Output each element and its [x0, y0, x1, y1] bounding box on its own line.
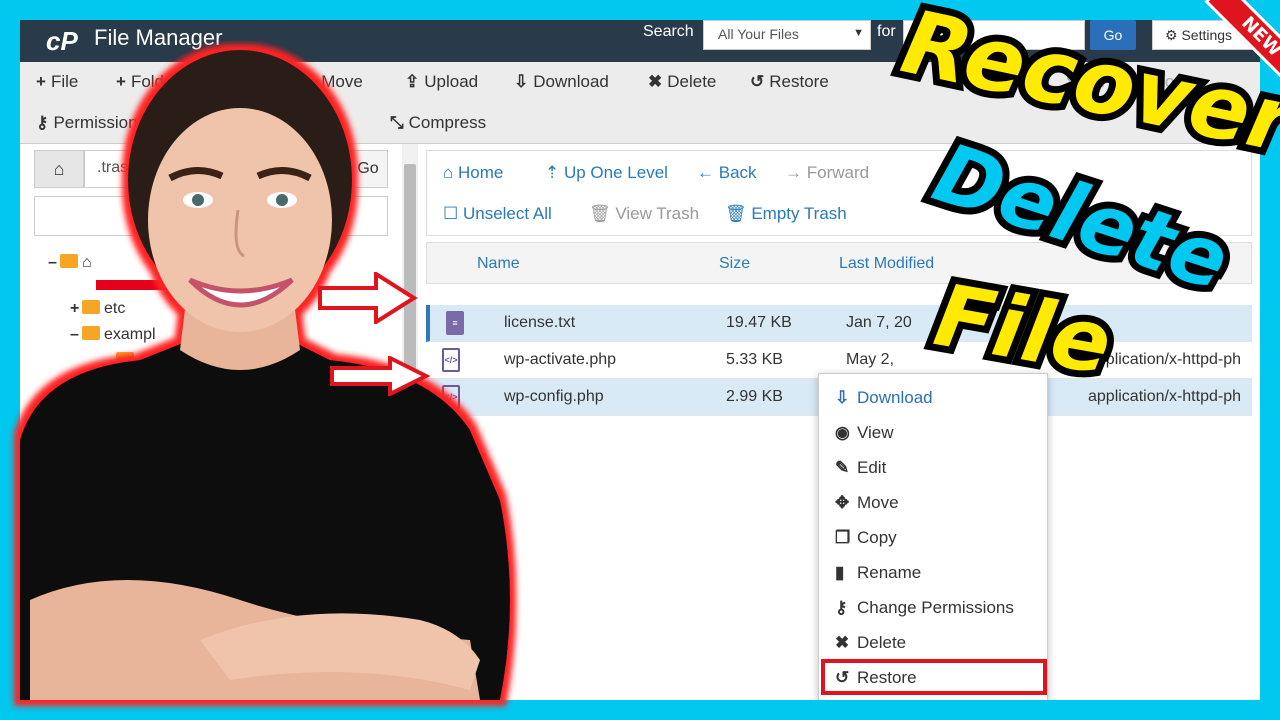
view-trash-link[interactable]: 🗑 View Trash: [589, 204, 699, 224]
context-copy[interactable]: ❐ Copy: [835, 528, 897, 548]
context-move-label: Move: [857, 493, 899, 512]
back-label: Back: [718, 163, 757, 182]
arrow-left-icon: ←: [697, 163, 719, 182]
file-modified: May 2,: [846, 351, 895, 368]
context-rename-label: Rename: [857, 563, 922, 582]
download-label: Download: [533, 72, 609, 91]
context-change-permissions[interactable]: ⚷ Change Permissions: [835, 598, 1014, 618]
up-one-level-label: Up One Level: [563, 163, 668, 182]
context-edit-label: Edit: [857, 458, 887, 477]
pencil-icon: ✎: [835, 458, 850, 477]
restore-label: Restore: [769, 72, 829, 91]
context-view[interactable]: ◉ View: [835, 423, 894, 443]
context-copy-label: Copy: [857, 528, 897, 547]
context-view-label: View: [857, 423, 894, 442]
view-trash-label: View Trash: [615, 204, 700, 223]
context-download-label: Download: [857, 388, 933, 407]
download-icon: ⇩: [835, 388, 850, 407]
red-arrow-icon: [330, 356, 430, 396]
file-type: application/x-httpd-ph: [1088, 351, 1241, 368]
woman-figure: [20, 50, 510, 700]
eye-icon: ◉: [835, 423, 850, 442]
close-icon: ✖: [648, 72, 663, 91]
delete-button[interactable]: ✖ Delete: [648, 72, 716, 92]
up-one-level-link[interactable]: ⇡ Up One Level: [545, 163, 668, 183]
key-icon: ⚷: [835, 598, 848, 617]
chevron-down-icon: ▼: [853, 27, 864, 39]
close-icon: ✖: [835, 633, 850, 652]
column-size-header[interactable]: Size: [719, 255, 750, 273]
empty-trash-label: Empty Trash: [751, 204, 847, 223]
context-delete-label: Delete: [857, 633, 907, 652]
back-link[interactable]: ← Back: [697, 163, 757, 183]
search-scope-value: All Your Files: [718, 26, 799, 42]
empty-trash-link[interactable]: 🗑 Empty Trash: [725, 204, 847, 224]
search-label: Search: [643, 23, 694, 40]
context-rename[interactable]: ▮ Rename: [835, 563, 921, 583]
file-type: application/x-httpd-ph: [1088, 388, 1241, 405]
context-change-permissions-label: Change Permissions: [857, 598, 1014, 617]
context-edit[interactable]: ✎ Edit: [835, 458, 886, 478]
forward-link[interactable]: → Forward: [785, 163, 869, 183]
file-modified: Jan 7, 20: [846, 314, 912, 331]
column-modified-header[interactable]: Last Modified: [839, 255, 934, 273]
context-delete[interactable]: ✖ Delete: [835, 633, 906, 653]
trash-icon: 🗑: [725, 204, 752, 223]
file-size: 19.47 KB: [726, 314, 792, 331]
new-badge: NEW: [1188, 0, 1280, 92]
for-label: for: [877, 23, 896, 40]
context-menu: ⇩ Download ◉ View ✎ Edit ✥ Move ❐ Copy ▮ Renam…: [818, 373, 1048, 700]
gear-icon: ⚙: [1165, 27, 1182, 43]
new-badge-label: NEW: [1204, 0, 1280, 92]
arrow-right-icon: →: [785, 163, 807, 182]
forward-label: Forward: [806, 163, 870, 182]
move-icon: ✥: [835, 493, 850, 512]
context-move[interactable]: ✥ Move: [835, 493, 899, 513]
search-scope-select[interactable]: All Your Files ▼: [703, 20, 871, 50]
context-download[interactable]: ⇩ Download: [835, 388, 933, 408]
restore-highlight-box: [821, 659, 1047, 695]
delete-label: Delete: [667, 72, 717, 91]
level-up-icon: ⇡: [545, 163, 564, 182]
undo-icon: ↺: [750, 72, 765, 91]
woman-photo: [20, 50, 510, 700]
restore-button[interactable]: ↺ Restore: [750, 72, 829, 92]
file-size: 5.33 KB: [726, 351, 783, 368]
table-row[interactable]: ≡ license.txt 19.47 KB Jan 7, 20: [426, 305, 1252, 342]
trash-icon: 🗑: [589, 204, 616, 223]
file-size: 2.99 KB: [726, 388, 783, 405]
copy-icon: ❐: [835, 528, 851, 547]
file-icon: ▮: [835, 563, 845, 582]
red-arrow-icon: [318, 272, 418, 324]
